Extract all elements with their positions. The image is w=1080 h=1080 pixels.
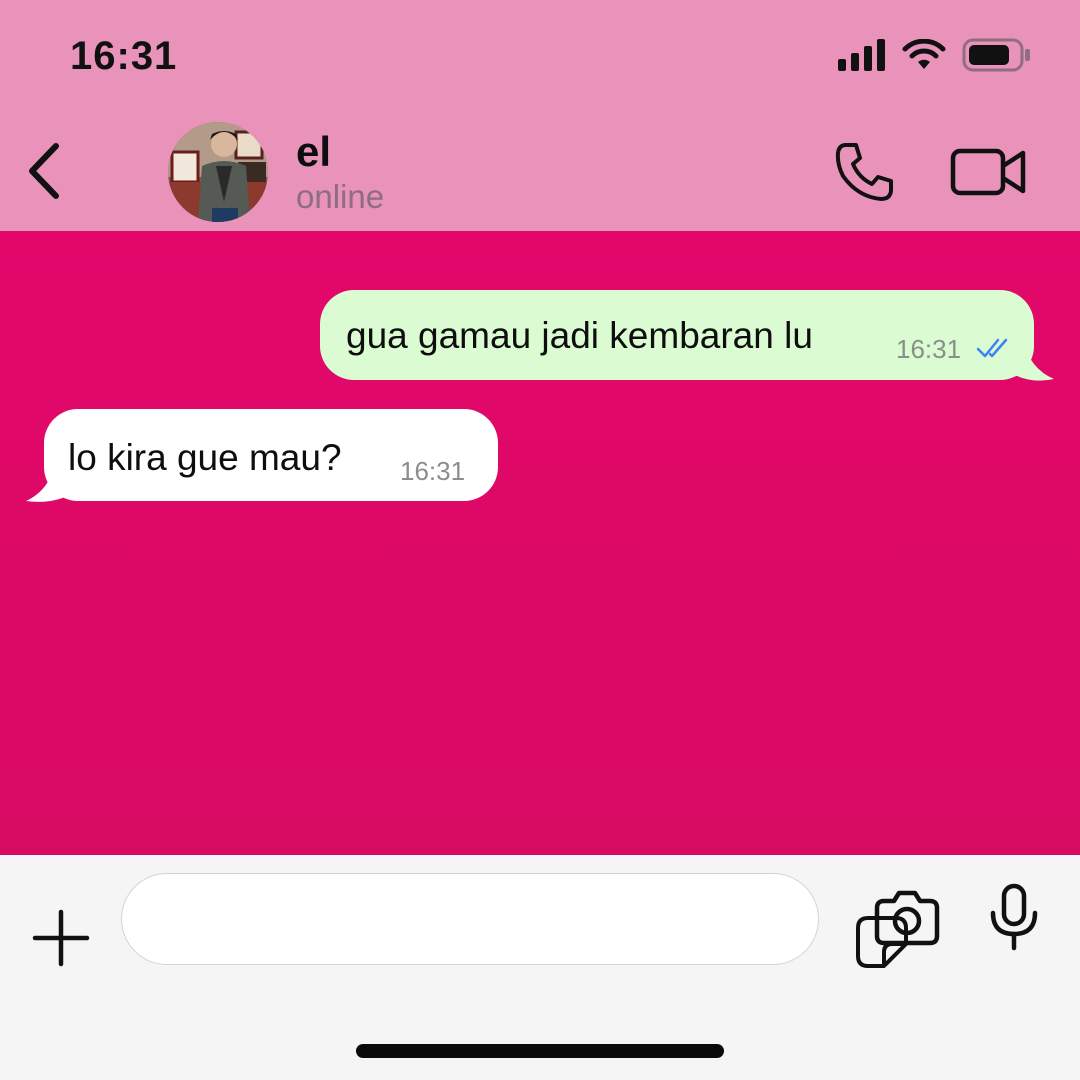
outgoing-message[interactable]: gua gamau jadi kembaran lu 16:31 xyxy=(320,290,1034,380)
message-input[interactable] xyxy=(152,894,716,946)
phone-icon[interactable] xyxy=(832,140,896,204)
wifi-icon xyxy=(902,39,946,69)
composer-bar xyxy=(0,855,1080,1080)
camera-icon[interactable] xyxy=(874,889,940,947)
status-icons xyxy=(838,38,1032,72)
microphone-icon[interactable] xyxy=(988,883,1040,951)
message-input-box[interactable] xyxy=(121,873,908,968)
avatar[interactable] xyxy=(168,122,268,222)
message-time: 16:31 xyxy=(400,456,466,486)
message-text: lo kira gue mau? xyxy=(68,437,342,478)
message-text: gua gamau jadi kembaran lu xyxy=(346,315,813,356)
chat-area[interactable]: gua gamau jadi kembaran lu 16:31 lo kira… xyxy=(0,231,1080,855)
battery-icon xyxy=(962,38,1030,72)
contact-name[interactable]: el xyxy=(296,128,331,176)
chat-header: 16:31 el online xyxy=(0,0,1080,231)
back-chevron-icon[interactable] xyxy=(22,138,72,204)
home-indicator[interactable] xyxy=(356,1044,724,1058)
plus-icon[interactable] xyxy=(32,909,90,967)
status-time: 16:31 xyxy=(70,34,178,78)
incoming-message[interactable]: lo kira gue mau? 16:31 xyxy=(44,409,498,501)
message-time: 16:31 xyxy=(896,334,962,364)
signal-icon xyxy=(838,39,885,71)
video-camera-icon[interactable] xyxy=(950,146,1028,198)
double-check-icon xyxy=(976,338,1008,358)
contact-status: online xyxy=(296,178,385,215)
